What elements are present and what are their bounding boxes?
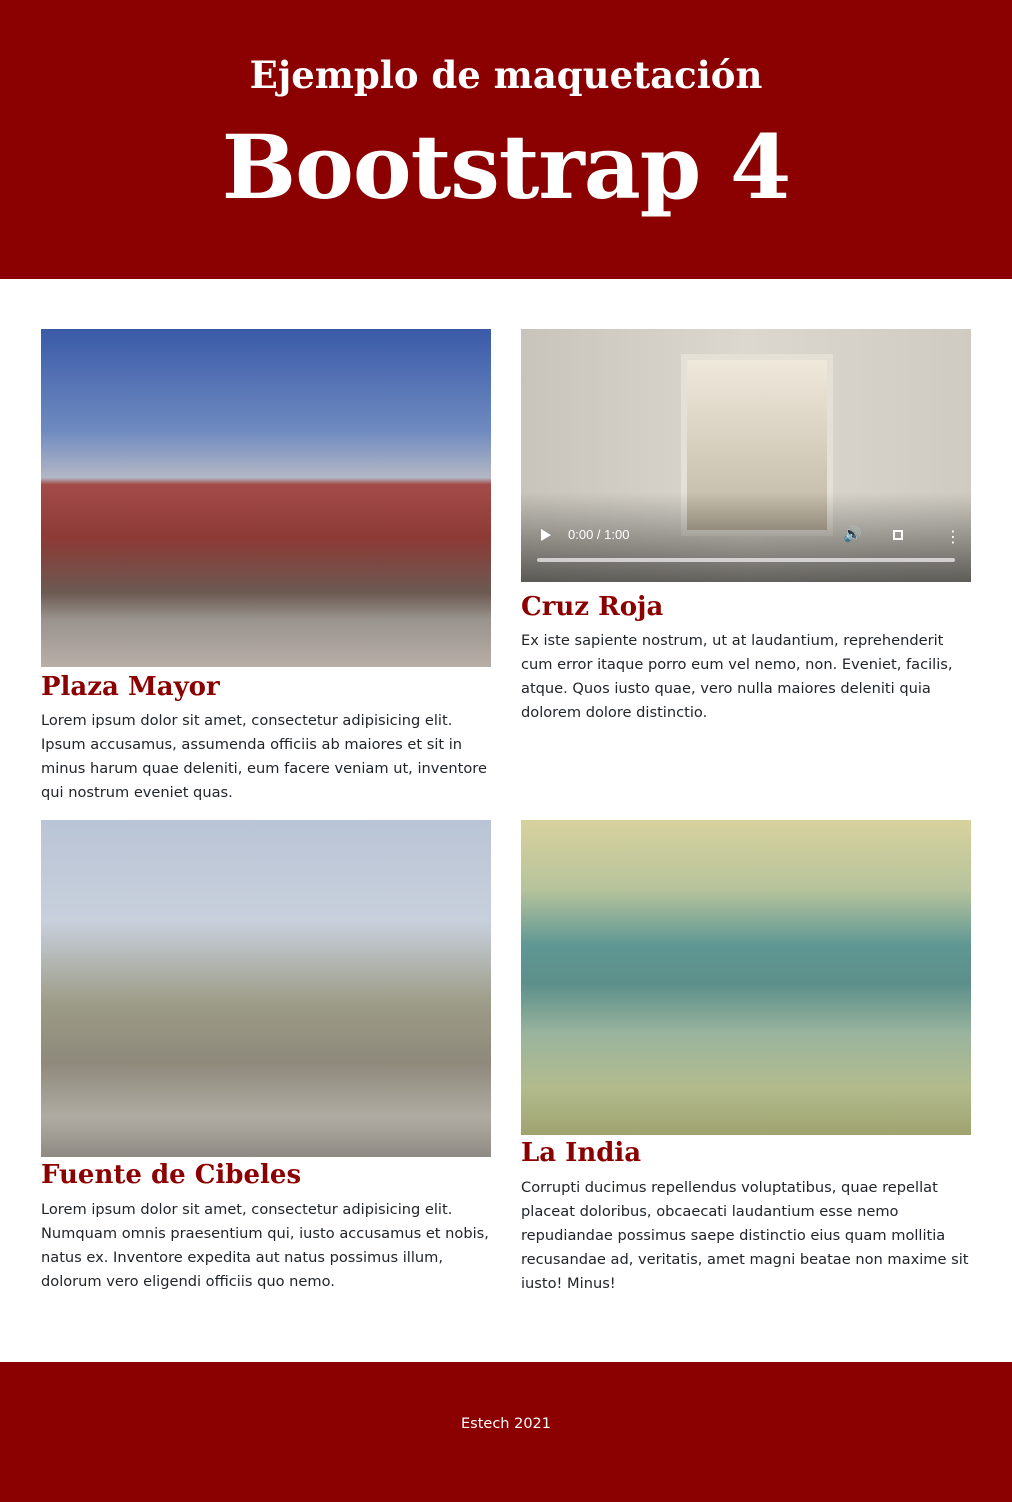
la-india-image (521, 820, 971, 1135)
card-title: Cruz Roja (521, 592, 664, 622)
card-text: Lorem ipsum dolor sit amet, consectetur … (41, 1201, 489, 1290)
plaza-mayor-image (41, 329, 491, 667)
card-text: Lorem ipsum dolor sit amet, consectetur … (41, 712, 487, 801)
fullscreen-icon[interactable] (893, 530, 903, 540)
page-title: Bootstrap 4 (221, 115, 791, 219)
cruz-roja-video[interactable]: 0:00 / 1:00 🔊 ⋮ (521, 329, 971, 582)
card-text: Corrupti ducimus repellendus voluptatibu… (521, 1179, 969, 1292)
card-la-india: La India Corrupti ducimus repellendus vo… (521, 820, 971, 1296)
page-subtitle: Ejemplo de maquetación (249, 53, 763, 97)
footer-text: Estech 2021 (461, 1416, 551, 1432)
card-title: Plaza Mayor (41, 672, 220, 702)
card-title: La India (521, 1138, 642, 1168)
page-footer: Estech 2021 (0, 1362, 1012, 1502)
video-progress-bar[interactable] (537, 558, 955, 562)
more-options-icon[interactable]: ⋮ (945, 529, 961, 545)
card-text: Ex iste sapiente nostrum, ut at laudanti… (521, 632, 953, 721)
video-controls: 0:00 / 1:00 🔊 ⋮ (521, 492, 971, 582)
card-cruz-roja: 0:00 / 1:00 🔊 ⋮ Cruz Roja Ex iste sapien… (521, 329, 971, 725)
card-plaza-mayor: Plaza Mayor Lorem ipsum dolor sit amet, … (41, 329, 491, 805)
video-time: 0:00 / 1:00 (568, 527, 630, 542)
card-title: Fuente de Cibeles (41, 1160, 302, 1190)
volume-icon[interactable]: 🔊 (843, 527, 862, 542)
play-icon[interactable] (541, 529, 551, 541)
page-header: Ejemplo de maquetación Bootstrap 4 (0, 0, 1012, 279)
card-fuente-de-cibeles: Fuente de Cibeles Lorem ipsum dolor sit … (41, 820, 491, 1294)
fuente-de-cibeles-image (41, 820, 491, 1157)
